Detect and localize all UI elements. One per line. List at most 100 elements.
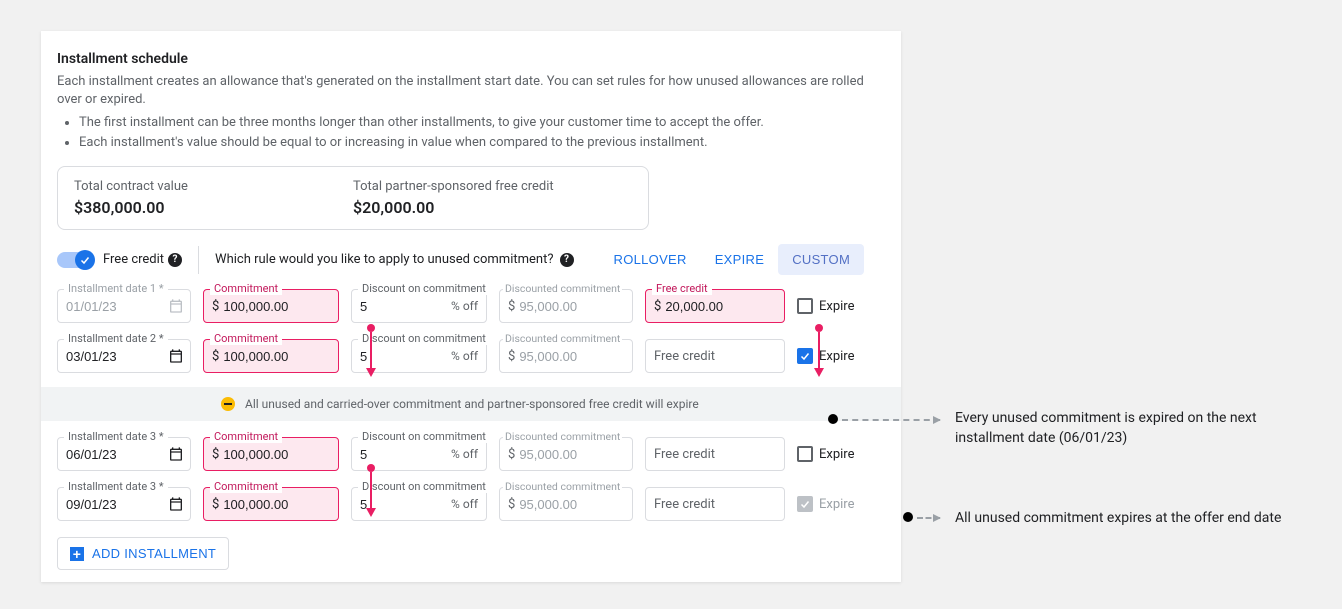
help-icon[interactable]: ?	[168, 253, 182, 267]
tab-expire[interactable]: EXPIRE	[701, 244, 778, 275]
page-description: Each installment creates an allowance th…	[57, 73, 885, 108]
free-credit-label: Free credit ?	[103, 252, 182, 267]
expire-checkbox[interactable]	[797, 446, 813, 462]
commitment-label: Commitment	[210, 480, 282, 493]
annotation-anchor-icon	[903, 512, 913, 522]
flow-dot-icon	[815, 324, 823, 332]
expire-label: Expire	[819, 497, 854, 512]
commitment-label: Commitment	[210, 332, 282, 345]
annotation-connector	[842, 419, 940, 421]
installment-date-field[interactable]: Installment date 3 *	[57, 487, 191, 521]
expire-option: Expire	[797, 496, 854, 512]
flow-line	[370, 472, 372, 508]
discounted-commitment-value	[519, 447, 624, 462]
check-icon	[75, 250, 95, 270]
discounted-commitment-value	[519, 497, 624, 512]
free-credit-toggle[interactable]	[57, 252, 93, 268]
free-credit-input[interactable]	[665, 299, 776, 314]
bullet-2: Each installment's value should be equal…	[79, 134, 885, 152]
commitment-input[interactable]	[223, 447, 330, 462]
installment-date-label: Installment date 3 *	[64, 480, 168, 493]
dollar-icon: $	[508, 497, 515, 512]
discounted-commitment-value	[519, 349, 624, 364]
free-credit-field[interactable]: Free credit	[645, 487, 785, 521]
free-credit-placeholder: Free credit	[654, 349, 715, 364]
free-credit-field[interactable]: Free credit	[645, 437, 785, 471]
installment-row: Installment date 3 * Commitment $ Discou…	[57, 487, 885, 521]
add-installment-button[interactable]: + ADD INSTALLMENT	[57, 537, 229, 570]
dollar-icon: $	[508, 447, 515, 462]
installment-date-field[interactable]: Installment date 2 *	[57, 339, 191, 373]
rule-tabs: ROLLOVER EXPIRE CUSTOM	[600, 244, 865, 275]
dollar-icon: $	[212, 299, 219, 314]
commitment-field[interactable]: Commitment $	[203, 437, 339, 471]
discounted-commitment-value	[519, 299, 624, 314]
dollar-icon: $	[508, 299, 515, 314]
dollar-icon: $	[212, 349, 219, 364]
commitment-input[interactable]	[223, 299, 330, 314]
annotation-text: All unused commitment expires at the off…	[955, 508, 1325, 528]
total-contract-label: Total contract value	[74, 179, 353, 194]
free-credit-field[interactable]: Free credit $	[645, 289, 785, 323]
commitment-label: Commitment	[210, 430, 282, 443]
expire-banner: All unused and carried-over commitment a…	[41, 387, 901, 421]
total-contract-value: $380,000.00	[74, 198, 353, 217]
total-freecredit-label: Total partner-sponsored free credit	[353, 179, 632, 194]
expire-option[interactable]: Expire	[797, 348, 854, 364]
rule-bar: Free credit ? Which rule would you like …	[57, 244, 885, 275]
help-icon[interactable]: ?	[560, 253, 574, 267]
commitment-label: Commitment	[210, 282, 282, 295]
discounted-commitment-label: Discounted commitment	[503, 282, 622, 295]
discounted-commitment-field: Discounted commitment $	[499, 289, 633, 323]
pct-suffix: % off	[451, 447, 478, 461]
rule-question-text: Which rule would you like to apply to un…	[215, 252, 553, 267]
discounted-commitment-field: Discounted commitment $	[499, 487, 633, 521]
calendar-icon[interactable]	[168, 446, 184, 462]
free-credit-field[interactable]: Free credit	[645, 339, 785, 373]
total-contract-col: Total contract value $380,000.00	[74, 179, 353, 217]
calendar-icon[interactable]	[168, 348, 184, 364]
info-bullets: The first installment can be three month…	[57, 114, 885, 152]
commitment-input[interactable]	[223, 349, 330, 364]
separator	[198, 246, 199, 274]
discounted-commitment-field: Discounted commitment $	[499, 437, 633, 471]
flow-line	[818, 332, 820, 368]
annotation-text: Every unused commitment is expired on th…	[955, 408, 1305, 449]
free-credit-label-text: Free credit	[103, 252, 164, 267]
rule-question: Which rule would you like to apply to un…	[215, 252, 573, 267]
installment-date-label: Installment date 2 *	[64, 332, 168, 345]
expire-checkbox[interactable]	[797, 298, 813, 314]
installment-row: Installment date 3 * Commitment $ Discou…	[57, 437, 885, 471]
page-title: Installment schedule	[57, 51, 885, 67]
bullet-1: The first installment can be three month…	[79, 114, 885, 132]
commitment-input[interactable]	[223, 497, 330, 512]
expire-option[interactable]: Expire	[797, 298, 854, 314]
flow-arrow-icon	[366, 368, 376, 377]
tab-rollover[interactable]: ROLLOVER	[600, 244, 701, 275]
commitment-field[interactable]: Commitment $	[203, 289, 339, 323]
commitment-field[interactable]: Commitment $	[203, 339, 339, 373]
expire-checkbox[interactable]	[797, 348, 813, 364]
expire-option[interactable]: Expire	[797, 446, 854, 462]
discount-field[interactable]: Discount on commitment % off	[351, 289, 487, 323]
commitment-field[interactable]: Commitment $	[203, 487, 339, 521]
flow-arrow-icon	[366, 508, 376, 517]
discount-label: Discount on commitment	[358, 332, 490, 345]
dollar-icon: $	[212, 497, 219, 512]
installment-date-field[interactable]: Installment date 3 *	[57, 437, 191, 471]
installment-date-input[interactable]	[66, 497, 182, 512]
installment-date-label: Installment date 3 *	[64, 430, 168, 443]
installment-rows: Installment date 1 * Commitment $ Discou…	[57, 289, 885, 521]
calendar-icon[interactable]	[168, 496, 184, 512]
pct-suffix: % off	[451, 497, 478, 511]
tab-custom[interactable]: CUSTOM	[778, 244, 864, 275]
total-freecredit-col: Total partner-sponsored free credit $20,…	[353, 179, 632, 217]
discounted-commitment-field: Discounted commitment $	[499, 339, 633, 373]
discount-label: Discount on commitment	[358, 480, 490, 493]
dollar-icon: $	[654, 299, 661, 314]
discount-label: Discount on commitment	[358, 430, 490, 443]
flow-dot-icon	[367, 464, 375, 472]
expire-label: Expire	[819, 299, 854, 314]
installment-date-input[interactable]	[66, 349, 182, 364]
installment-date-input[interactable]	[66, 447, 182, 462]
